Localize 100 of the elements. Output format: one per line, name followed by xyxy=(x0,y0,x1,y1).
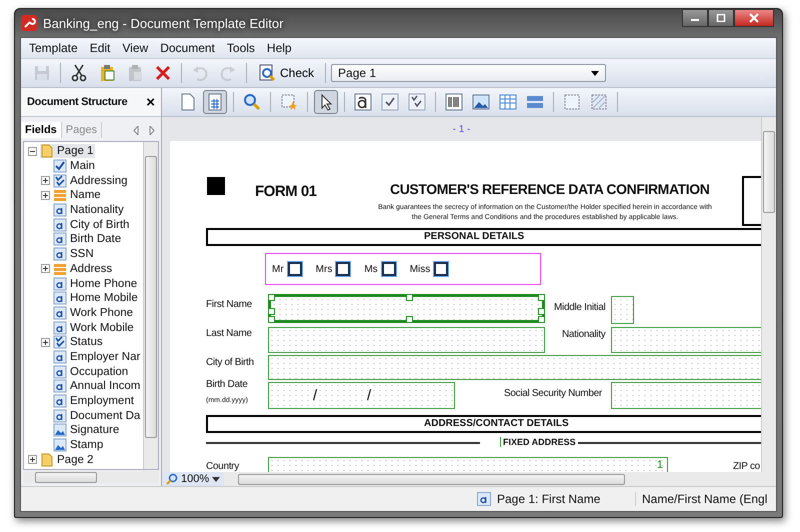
text-field-icon xyxy=(53,291,67,306)
input-field[interactable] xyxy=(611,327,761,353)
menu-item[interactable]: Edit xyxy=(84,41,116,55)
text-field-icon xyxy=(53,203,67,218)
text-field-icon xyxy=(354,93,372,111)
table-icon xyxy=(499,93,517,111)
tree-item[interactable]: Page 2 xyxy=(40,452,96,467)
tree-item[interactable]: Main xyxy=(53,159,97,174)
checkbox[interactable] xyxy=(288,262,302,276)
tab-scroll-arrows-icon[interactable] xyxy=(133,126,155,134)
expander-icon[interactable] xyxy=(28,146,37,156)
tree-item[interactable]: Employment xyxy=(53,394,136,408)
text-field-icon xyxy=(53,379,67,394)
zoom-dropdown[interactable]: 100% xyxy=(162,472,224,486)
status-text: Page 1: First Name xyxy=(497,492,602,506)
magnifier-page-icon xyxy=(258,64,276,82)
frame-icon xyxy=(563,93,581,111)
table-page-icon xyxy=(206,93,224,111)
tree-item[interactable]: Name xyxy=(53,188,103,202)
status-text: Name/First Name (Engl xyxy=(635,492,776,506)
tool-button[interactable] xyxy=(314,90,338,114)
tree-item[interactable]: Occupation xyxy=(53,364,130,379)
menu-item[interactable]: Document xyxy=(154,41,221,55)
tree-item[interactable]: Work Mobile xyxy=(53,320,136,335)
stack-icon xyxy=(53,188,67,202)
tree-item[interactable]: Work Phone xyxy=(53,306,136,320)
tree-item[interactable]: Stamp xyxy=(53,438,106,452)
magnifier-icon xyxy=(166,473,178,485)
check-button[interactable]: Check xyxy=(252,62,320,84)
section-header: ADDRESS/CONTACT DETAILS xyxy=(206,415,761,433)
expander-icon[interactable] xyxy=(41,176,50,186)
tree-item[interactable]: Birth Date xyxy=(53,232,124,246)
horizontal-scrollbar[interactable] xyxy=(23,471,159,484)
checkbox[interactable] xyxy=(382,262,396,276)
tree-item[interactable]: Employer Nar xyxy=(53,350,142,364)
close-button[interactable] xyxy=(734,9,774,27)
tree-item[interactable]: SSN xyxy=(53,247,96,262)
salutation-label: Miss xyxy=(410,264,430,274)
field-label: Social Security Number xyxy=(504,388,602,399)
tree-item[interactable]: Page 1 xyxy=(40,144,96,158)
panel-tab[interactable]: Fields xyxy=(21,122,62,138)
input-field[interactable] xyxy=(268,355,761,380)
text-field-icon xyxy=(53,306,67,320)
menu-item[interactable]: Help xyxy=(260,41,298,55)
text-field-icon xyxy=(53,247,67,262)
text-field-icon xyxy=(53,320,67,335)
text-field-icon xyxy=(53,394,67,408)
tree-item[interactable]: Annual Incom xyxy=(53,379,142,394)
tree-item[interactable]: Addressing xyxy=(53,174,130,188)
text-field-icon xyxy=(53,408,67,423)
picture-icon xyxy=(53,438,67,452)
field-label: ZIP co xyxy=(733,461,760,472)
vertical-scrollbar[interactable] xyxy=(761,117,776,472)
maximize-button[interactable] xyxy=(708,9,734,27)
caret-icon xyxy=(212,476,220,482)
menu-item[interactable]: View xyxy=(116,41,154,55)
input-field[interactable] xyxy=(611,382,761,409)
check-group-icon xyxy=(53,174,67,188)
text-field-icon xyxy=(477,492,491,506)
text-field-icon xyxy=(53,364,67,379)
picture-icon xyxy=(53,423,67,438)
first-name-field[interactable] xyxy=(268,294,545,323)
subsection-title: FIXED ADDRESS xyxy=(500,437,576,447)
tree-item[interactable]: Nationality xyxy=(53,203,126,218)
text-field-icon xyxy=(53,350,67,364)
text-field-icon xyxy=(53,218,67,232)
panel-title: Document Structure xyxy=(27,96,128,108)
field-label: City of Birth xyxy=(206,357,254,368)
expander-icon[interactable] xyxy=(41,190,50,200)
vertical-scrollbar[interactable] xyxy=(143,142,158,469)
tree-item[interactable]: Signature xyxy=(53,423,122,438)
input-field[interactable] xyxy=(611,296,634,324)
checkbox[interactable] xyxy=(336,262,350,276)
input-field[interactable]: 1 xyxy=(268,457,668,472)
expander-icon[interactable] xyxy=(41,264,50,274)
tree-item[interactable]: Document Da xyxy=(53,408,142,423)
close-icon xyxy=(748,13,760,23)
tree-item[interactable]: Status xyxy=(53,335,105,350)
window-title: Banking_eng - Document Template Editor xyxy=(43,16,284,30)
minimize-button[interactable] xyxy=(682,9,708,27)
input-field[interactable] xyxy=(268,327,545,353)
tree-item[interactable]: Home Mobile xyxy=(53,291,140,306)
tree-item[interactable]: City of Birth xyxy=(53,218,132,232)
tree-item[interactable]: Home Phone xyxy=(53,276,140,291)
checkgroup-icon xyxy=(408,93,426,111)
page-dropdown[interactable]: Page 1 xyxy=(331,64,606,82)
tree-item[interactable]: Address xyxy=(53,262,114,276)
close-panel-button[interactable]: × xyxy=(144,94,157,110)
magnifier-icon xyxy=(243,93,261,111)
date-field[interactable]: / / xyxy=(268,382,455,409)
expander-icon[interactable] xyxy=(41,338,50,347)
salutation-label: Mrs xyxy=(316,264,332,274)
menu-item[interactable]: Tools xyxy=(220,41,261,55)
check-group-icon xyxy=(53,335,67,350)
checkbox[interactable] xyxy=(434,262,448,276)
expander-icon[interactable] xyxy=(28,455,37,464)
menu-item[interactable]: Template xyxy=(23,41,84,55)
field-label: Birth Date xyxy=(206,379,248,390)
checkbox-icon xyxy=(381,93,399,111)
marker-square xyxy=(207,177,225,195)
